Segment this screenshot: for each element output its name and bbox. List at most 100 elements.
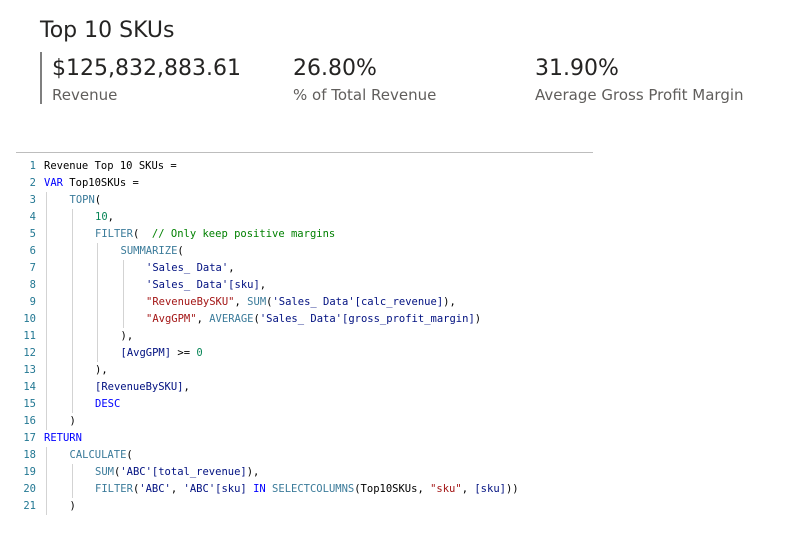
kpi-avg-gross-profit-margin[interactable]: 31.90% Average Gross Profit Margin	[535, 54, 744, 106]
indent-guide	[46, 379, 47, 396]
code-text: )	[70, 413, 76, 430]
code-token: ,	[228, 262, 235, 274]
code-token: 10	[95, 211, 108, 223]
code-line[interactable]: 3 TOPN(	[20, 192, 600, 209]
line-number: 11	[23, 330, 36, 342]
code-token: IN	[253, 483, 273, 495]
indent-guide	[46, 481, 47, 498]
line-number: 6	[29, 245, 36, 257]
indent-guide	[97, 294, 98, 311]
code-token: (	[132, 228, 152, 240]
code-line[interactable]: 14 [RevenueBySKU],	[20, 379, 600, 396]
dax-code-editor[interactable]: 1 Revenue Top 10 SKUs = 2 VAR Top10SKUs = 3 T…	[20, 158, 600, 515]
code-token: TOPN	[69, 194, 95, 206]
indent-guide	[46, 243, 47, 260]
code-line[interactable]: 8 'Sales_ Data'[sku],	[20, 277, 600, 294]
code-line[interactable]: 6 SUMMARIZE(	[20, 243, 600, 260]
code-line[interactable]: 15 DESC	[20, 396, 600, 413]
code-line[interactable]: 10 "AvgGPM", AVERAGE('Sales_ Data'[gross_…	[20, 311, 600, 328]
code-token: >=	[171, 347, 197, 359]
indent-guide	[46, 226, 47, 243]
code-line[interactable]: 17 RETURN	[20, 430, 600, 447]
indent-guide	[71, 328, 73, 345]
code-token: SUMMARIZE	[120, 245, 178, 257]
indent-guide	[71, 362, 73, 379]
kpi-pct-total-revenue-label: % of Total Revenue	[293, 86, 437, 104]
line-number: 1	[29, 160, 36, 172]
code-token: ),	[120, 330, 134, 342]
line-number: 17	[23, 432, 36, 444]
indent-guide	[46, 362, 47, 379]
code-token: "sku"	[430, 483, 462, 495]
code-line[interactable]: 21)	[20, 498, 600, 515]
code-text: RETURN	[44, 430, 82, 447]
indent-guide	[46, 396, 47, 413]
code-token: SUM	[247, 296, 267, 308]
code-text: 10,	[95, 209, 114, 226]
code-token: 0	[196, 347, 203, 359]
code-text: SUMMARIZE(	[121, 243, 184, 260]
code-line[interactable]: 4 10,	[20, 209, 600, 226]
line-number: 7	[29, 262, 36, 274]
line-number: 16	[23, 415, 36, 427]
line-number: 5	[29, 228, 36, 240]
indent-guide	[46, 413, 47, 430]
code-token: ))	[505, 483, 519, 495]
indent-guide	[71, 260, 73, 277]
code-line[interactable]: 16)	[20, 413, 600, 430]
indent-guide	[71, 396, 73, 413]
code-line[interactable]: 7 'Sales_ Data',	[20, 260, 600, 277]
indent-guide	[46, 328, 47, 345]
indent-guide	[71, 345, 73, 362]
line-number: 4	[29, 211, 36, 223]
indent-guide	[71, 226, 73, 243]
code-line[interactable]: 12 [AvgGPM] >= 0	[20, 345, 600, 362]
indent-guide	[71, 379, 73, 396]
line-number: 2	[29, 177, 36, 189]
indent-guide	[71, 481, 73, 498]
line-number: 12	[23, 347, 36, 359]
code-line[interactable]: 1 Revenue Top 10 SKUs =	[20, 158, 600, 175]
code-token: (Top10SKUs,	[354, 483, 431, 495]
line-number: 9	[29, 296, 36, 308]
line-number: 13	[23, 364, 36, 376]
code-line[interactable]: 11),	[20, 328, 600, 345]
code-token: ),	[246, 466, 260, 478]
code-token: // Only keep positive margins	[151, 228, 336, 240]
line-number: 14	[23, 381, 36, 393]
code-token: ,	[170, 483, 184, 495]
indent-guide	[97, 243, 98, 260]
code-token: )	[69, 415, 76, 427]
code-token: (	[126, 449, 133, 461]
code-token: SELECTCOLUMNS	[272, 483, 355, 495]
indent-guide	[71, 243, 73, 260]
editor-top-divider	[16, 152, 593, 153]
code-line[interactable]: 13),	[20, 362, 600, 379]
code-token: )	[474, 313, 482, 325]
code-line[interactable]: 18 CALCULATE(	[20, 447, 600, 464]
code-line[interactable]: 19 SUM('ABC'[total_revenue]),	[20, 464, 600, 481]
code-text: FILTER( // Only keep positive margins	[95, 226, 335, 243]
code-line[interactable]: 9 "RevenueBySKU", SUM('Sales_ Data'[calc_…	[20, 294, 600, 311]
kpi-revenue[interactable]: $125,832,883.61 Revenue	[52, 54, 241, 106]
indent-guide	[46, 209, 47, 226]
kpi-pct-total-revenue[interactable]: 26.80% % of Total Revenue	[293, 54, 436, 106]
indent-guide	[46, 277, 47, 294]
code-line[interactable]: 5 FILTER( // Only keep positive margins	[20, 226, 600, 243]
code-token: Top10SKUs =	[69, 177, 139, 189]
indent-guide	[71, 311, 73, 328]
code-token: 'Sales_ Data'	[146, 262, 229, 274]
indent-guide	[71, 294, 73, 311]
code-text: DESC	[95, 396, 120, 413]
code-text: 'Sales_ Data'[sku],	[146, 277, 266, 294]
line-number: 19	[23, 466, 36, 478]
code-token: (	[177, 245, 184, 257]
indent-guide	[46, 294, 47, 311]
indent-guide	[122, 294, 124, 311]
code-line[interactable]: 20 FILTER('ABC', 'ABC'[sku] IN SELECTCOLU…	[20, 481, 600, 498]
indent-guide	[97, 328, 98, 345]
code-line[interactable]: 2 VAR Top10SKUs =	[20, 175, 600, 192]
code-token: SUM	[95, 466, 114, 478]
indent-guide	[122, 311, 124, 328]
code-token: (	[94, 194, 102, 206]
